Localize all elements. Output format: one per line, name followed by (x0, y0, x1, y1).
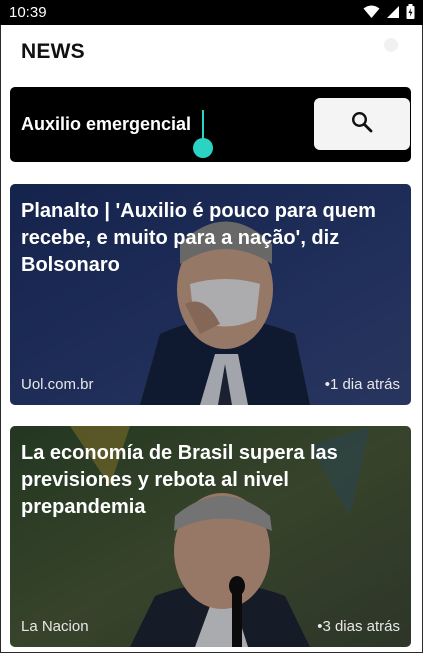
status-icons (363, 4, 415, 24)
article-source: Uol.com.br (21, 376, 94, 393)
search-input[interactable]: Auxilio emergencial (21, 114, 191, 135)
article-time: •1 dia atrás (324, 376, 400, 393)
signal-icon (386, 5, 400, 24)
wifi-icon (363, 5, 380, 24)
status-time: 10:39 (9, 4, 47, 21)
text-cursor (202, 110, 204, 137)
article-title: La economía de Brasil supera las previsi… (21, 442, 338, 518)
menu-dot[interactable] (384, 38, 398, 52)
cursor-handle[interactable] (192, 137, 214, 159)
page-title: NEWS (21, 40, 85, 63)
article-source: La Nacion (21, 618, 89, 635)
news-card[interactable]: La economía de Brasil supera las previsi… (10, 426, 411, 647)
news-card[interactable]: Planalto | 'Auxilio é pouco para quem re… (10, 184, 411, 405)
search-bar: Auxilio emergencial (10, 87, 411, 162)
status-bar: 10:39 (0, 0, 423, 25)
search-icon (351, 111, 373, 138)
battery-icon (406, 4, 415, 24)
article-title: Planalto | 'Auxilio é pouco para quem re… (21, 200, 376, 276)
search-button[interactable] (314, 98, 410, 150)
article-time: •3 dias atrás (317, 618, 400, 635)
